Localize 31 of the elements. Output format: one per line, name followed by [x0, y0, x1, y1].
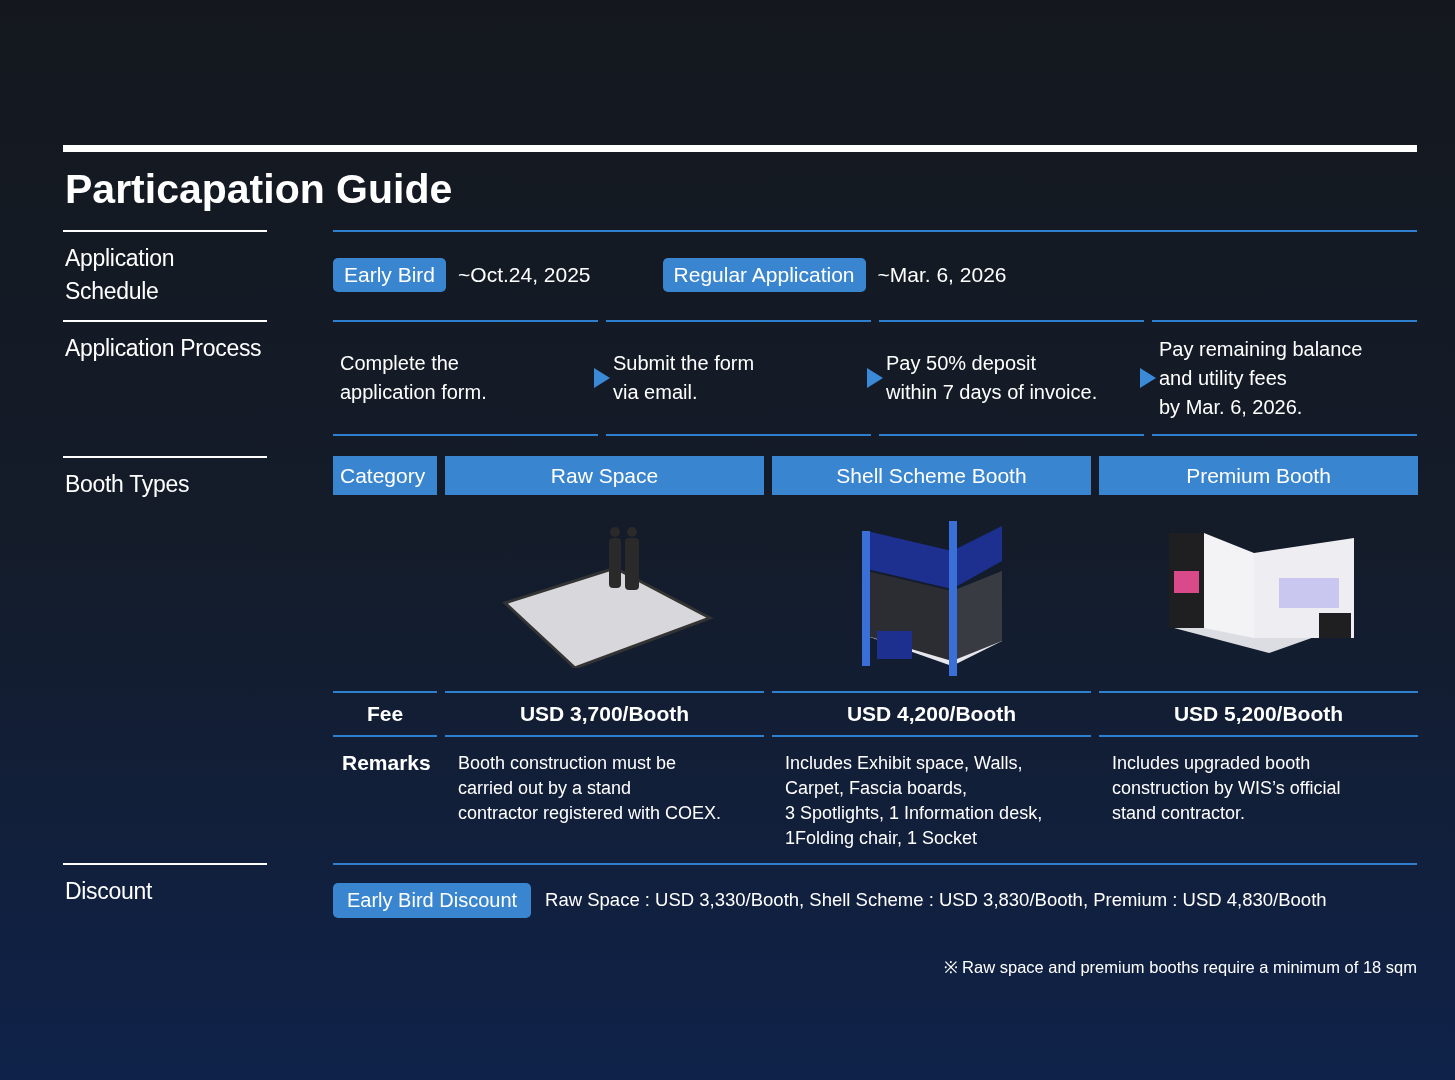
column-header: Category	[333, 456, 437, 495]
arrow-icon	[594, 368, 610, 388]
process-step: Complete the application form.	[340, 349, 487, 407]
process-step: Submit the form via email.	[613, 349, 755, 407]
schedule-date: ~Mar. 6, 2026	[877, 263, 1007, 287]
column-header: Premium Booth	[1099, 456, 1418, 495]
remarks-text: Includes Exhibit space, Walls, Carpet, Fascia boards, 3 Spotlights, 1 Information desk, 1Folding chair, 1 Socket	[785, 752, 1043, 850]
row-label: Fee	[333, 691, 437, 737]
discount-text: Raw Space : USD 3,330/Booth, Shell Scheme : USD 3,830/Booth, Premium : USD 4,830/Booth	[545, 889, 1327, 911]
column-header: Shell Scheme Booth	[772, 456, 1091, 495]
process-step: Pay 50% deposit within 7 days of invoice.	[886, 349, 1098, 407]
fee-cell: USD 4,200/Booth	[772, 691, 1091, 737]
remarks-text: Booth construction must be carried out by a stand contractor registered with COEX.	[458, 752, 722, 825]
remarks-text: Includes upgraded booth construction by WIS’s official stand contractor.	[1112, 752, 1341, 825]
arrow-icon	[867, 368, 883, 388]
section-label: Application Schedule	[63, 230, 267, 320]
section-label: Discount	[63, 863, 267, 920]
arrow-icon	[1140, 368, 1156, 388]
page-title: Particapation Guide	[65, 166, 454, 214]
section-label: Booth Types	[63, 456, 267, 513]
discount-badge: Early Bird Discount	[333, 882, 532, 918]
process-step: Pay remaining balance and utility fees by Mar. 6, 2026.	[1159, 334, 1363, 422]
section-label: Application Process	[63, 320, 267, 377]
schedule-badge: Regular Application	[662, 258, 866, 292]
fee-cell: USD 3,700/Booth	[445, 691, 764, 737]
fee-cell: USD 5,200/Booth	[1099, 691, 1418, 737]
footnote: ※ Raw space and premium booths require a minimum of 18 sqm	[943, 957, 1417, 978]
column-header: Raw Space	[445, 456, 764, 495]
schedule-date: ~Oct.24, 2025	[458, 263, 591, 287]
schedule-badge: Early Bird	[333, 258, 447, 292]
row-label: Remarks	[341, 750, 432, 776]
